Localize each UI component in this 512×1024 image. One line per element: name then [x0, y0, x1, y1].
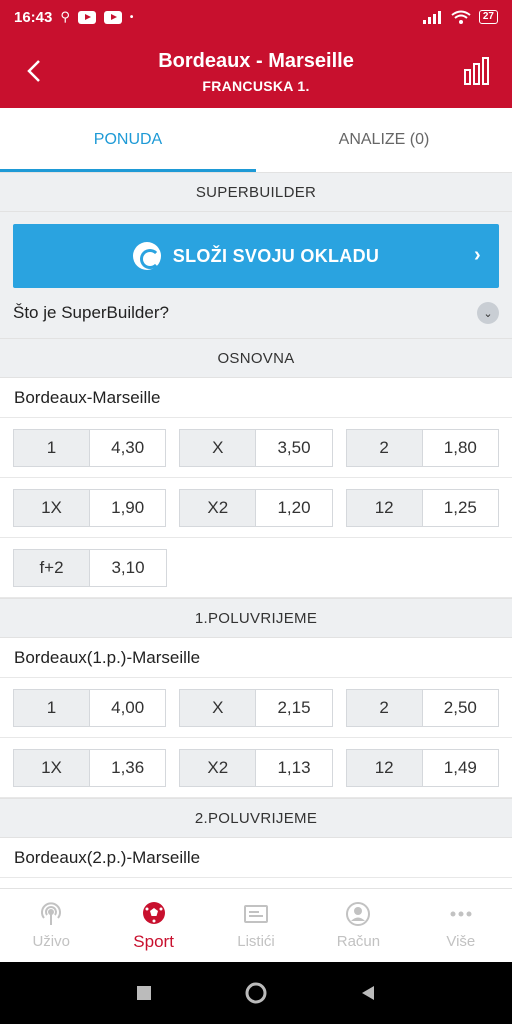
superbuilder-button[interactable]: SLOŽI SVOJU OKLADU › — [13, 224, 499, 288]
odds-row: 1X 1,36 X2 1,13 12 1,49 — [0, 738, 512, 798]
odd-button[interactable]: 1 4,30 — [13, 428, 167, 467]
odd-button[interactable]: 2 1,80 — [345, 428, 499, 467]
odd-label: 1X — [14, 489, 90, 526]
odd-button[interactable]: X2 1,13 — [179, 748, 333, 787]
odd-value: 3,50 — [256, 429, 332, 466]
nav-label: Više — [446, 933, 476, 950]
system-nav-bar — [0, 962, 512, 1024]
odd-button[interactable]: X 3,50 — [179, 428, 333, 467]
odd-button[interactable]: 1X 1,36 — [13, 748, 167, 787]
superbuilder-info-label: Što je SuperBuilder? — [13, 303, 169, 322]
notification-icon: ⚲ — [60, 9, 70, 24]
bottom-nav: Uživo Sport Listići Račun Više — [0, 888, 512, 962]
youtube-icon — [103, 10, 122, 24]
odds-row: 1 4,00 X 2,15 2 2,50 — [0, 678, 512, 738]
superbuilder-button-label: SLOŽI SVOJU OKLADU — [172, 245, 380, 266]
tab-ponuda[interactable]: PONUDA — [0, 108, 256, 172]
odd-value: 1,49 — [422, 749, 498, 786]
tab-bar: PONUDA ANALIZE (0) — [0, 108, 512, 172]
odd-button[interactable]: 1 4,00 — [13, 688, 167, 727]
odd-label: 12 — [346, 489, 423, 526]
odd-button[interactable]: 12 1,49 — [345, 748, 499, 787]
wifi-icon — [451, 10, 471, 24]
status-bar: 16:43 ⚲ • 27 — [0, 0, 512, 34]
section-header-osnovna: OSNOVNA — [0, 338, 512, 378]
odd-label: X — [180, 429, 257, 466]
odd-value: 2,50 — [422, 689, 498, 726]
status-time: 16:43 — [14, 8, 53, 26]
nav-item-uzivo[interactable]: Uživo — [0, 889, 102, 962]
signal-icon — [422, 11, 441, 24]
odd-button[interactable]: 1X 1,90 — [13, 488, 167, 527]
account-icon — [346, 902, 371, 926]
chevron-down-icon[interactable]: ⌄ — [477, 302, 499, 324]
odd-value: 1,90 — [90, 489, 166, 526]
odds-row: 1X 1,90 X2 1,20 12 1,25 — [0, 478, 512, 538]
nav-item-listici[interactable]: Listići — [205, 889, 307, 962]
section-header-second-half: 2.POLUVRIJEME — [0, 798, 512, 838]
market-match-title: Bordeaux(1.p.)-Marseille — [0, 638, 512, 678]
nav-item-racun[interactable]: Račun — [307, 889, 409, 962]
odd-button[interactable]: X2 1,20 — [179, 488, 333, 527]
odd-value: 1,20 — [256, 489, 332, 526]
nav-label: Sport — [133, 931, 174, 951]
nav-item-sport[interactable]: Sport — [102, 889, 204, 962]
odd-label: f+2 — [14, 549, 90, 586]
odds-row — [0, 878, 512, 888]
recent-apps-button[interactable] — [135, 984, 153, 1002]
home-button[interactable] — [244, 981, 268, 1005]
market-match-title: Bordeaux-Marseille — [0, 378, 512, 418]
odd-label: X2 — [180, 489, 257, 526]
odd-value: 4,30 — [90, 429, 166, 466]
nav-label: Uživo — [32, 933, 70, 950]
page-title: Bordeaux - Marseille — [158, 50, 354, 72]
battery-indicator: 27 — [478, 10, 498, 24]
odd-button[interactable]: X 2,15 — [179, 688, 333, 727]
chevron-right-icon: › — [474, 244, 481, 266]
superbuilder-area: SLOŽI SVOJU OKLADU › Što je SuperBuilder… — [0, 212, 512, 338]
odd-label: 1 — [14, 689, 90, 726]
tab-analize[interactable]: ANALIZE (0) — [256, 108, 512, 172]
youtube-icon — [77, 10, 96, 24]
odd-button[interactable]: 12 1,25 — [345, 488, 499, 527]
odd-label: 2 — [346, 429, 423, 466]
odd-value: 2,15 — [256, 689, 332, 726]
odd-label: X2 — [180, 749, 257, 786]
live-icon — [41, 902, 62, 925]
odd-button[interactable]: 2 2,50 — [345, 688, 499, 727]
odd-value: 1,13 — [256, 749, 332, 786]
superbuilder-logo-icon — [132, 242, 161, 270]
ticket-icon — [244, 905, 269, 923]
dot-icon: • — [129, 11, 134, 23]
nav-label: Račun — [336, 933, 381, 950]
section-header-superbuilder: SUPERBUILDER — [0, 172, 512, 212]
offer-content[interactable]: SUPERBUILDER SLOŽI SVOJU OKLADU › Što je… — [0, 172, 512, 888]
odds-row: 1 4,30 X 3,50 2 1,80 — [0, 418, 512, 478]
odds-row: f+2 3,10 — [0, 538, 512, 598]
market-match-title: Bordeaux(2.p.)-Marseille — [0, 838, 512, 878]
more-icon — [450, 911, 472, 917]
superbuilder-info-row[interactable]: Što je SuperBuilder? ⌄ — [0, 288, 512, 338]
odd-label: 1X — [14, 749, 90, 786]
odd-value: 1,25 — [422, 489, 498, 526]
nav-label: Listići — [237, 933, 275, 950]
odd-label: 1 — [14, 429, 90, 466]
stats-button[interactable] — [464, 56, 490, 86]
odd-value: 3,10 — [90, 549, 166, 586]
page-subtitle: FRANCUSKA 1. — [202, 78, 310, 94]
app-header: Bordeaux - Marseille FRANCUSKA 1. — [0, 34, 512, 108]
football-icon — [142, 901, 165, 924]
odd-value: 1,36 — [90, 749, 166, 786]
back-nav-button[interactable] — [359, 984, 377, 1002]
odd-value: 1,80 — [422, 429, 498, 466]
odd-label: X — [180, 689, 257, 726]
odd-value: 4,00 — [90, 689, 166, 726]
odd-button[interactable]: f+2 3,10 — [13, 548, 167, 587]
nav-item-vise[interactable]: Više — [410, 889, 512, 962]
section-header-first-half: 1.POLUVRIJEME — [0, 598, 512, 638]
odd-label: 12 — [346, 749, 423, 786]
odd-label: 2 — [346, 689, 423, 726]
